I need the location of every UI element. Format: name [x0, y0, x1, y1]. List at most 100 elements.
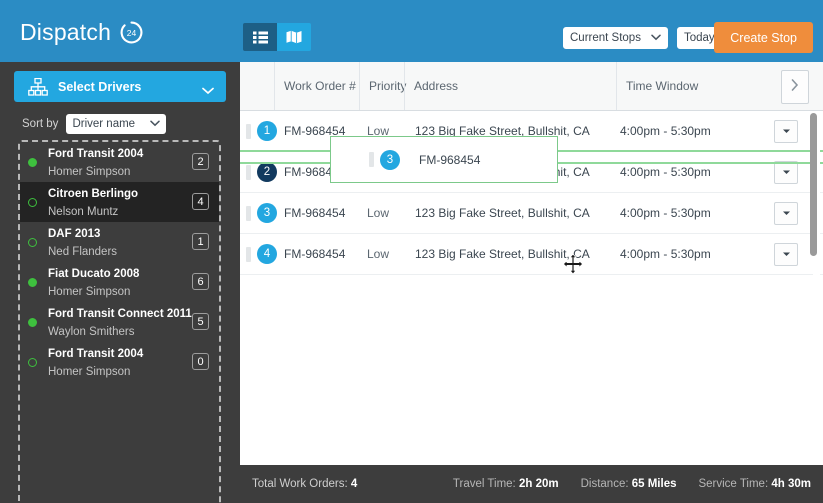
drag-handle-icon[interactable]	[246, 124, 251, 139]
stop-time-window: 4:00pm - 5:30pm	[620, 247, 711, 261]
stop-sequence-badge: 4	[257, 244, 277, 264]
app-logo: Dispatch 24	[20, 19, 144, 46]
sort-controls: Sort by Driver name	[22, 114, 167, 134]
expand-panel-button[interactable]	[781, 70, 809, 104]
driver-stop-count: 6	[192, 273, 209, 290]
driver-vehicle-label: Ford Transit Connect 2011	[48, 307, 192, 320]
travel-time-value: 2h 20m	[518, 478, 559, 490]
create-stop-button[interactable]: Create Stop	[714, 22, 813, 53]
top-header-bar: Dispatch 24 Current Stops Today Create S…	[0, 0, 823, 62]
driver-vehicle-label: Ford Transit 2004	[48, 347, 144, 360]
caret-down-icon	[782, 211, 790, 215]
org-chart-icon	[28, 77, 48, 96]
driver-list-item[interactable]: Fiat Ducato 2008 Homer Simpson 6	[20, 262, 219, 302]
caret-down-icon	[782, 170, 790, 174]
date-filter-value: Today	[684, 32, 715, 44]
total-work-orders: Total Work Orders: 4	[252, 478, 357, 490]
driver-status-dot	[28, 317, 37, 327]
total-work-orders-value: 4	[350, 478, 358, 490]
driver-info: DAF 2013 Ned Flanders	[48, 224, 117, 261]
stop-priority: Low	[367, 206, 390, 220]
driver-status-dot	[28, 197, 37, 207]
stop-table-row[interactable]: 4 FM-968454 Low 123 Big Fake Street, Bullsh…	[240, 234, 823, 275]
driver-vehicle-label: Citroen Berlingo	[48, 187, 139, 200]
caret-down-icon	[782, 252, 790, 256]
dragged-stop-ghost[interactable]: 3 FM-968454	[330, 136, 558, 183]
drag-handle-icon[interactable]	[246, 247, 251, 262]
stop-priority: Low	[367, 247, 390, 261]
stop-time-window: 4:00pm - 5:30pm	[620, 165, 711, 179]
driver-list-item[interactable]: Ford Transit 2004 Homer Simpson 2	[20, 142, 219, 182]
dragged-stop-work-order: FM-968454	[419, 153, 481, 167]
driver-name-label: Ned Flanders	[48, 246, 118, 258]
driver-stop-count: 1	[192, 233, 209, 250]
stop-row-menu-button[interactable]	[774, 202, 798, 225]
driver-name-label: Homer Simpson	[48, 366, 131, 378]
stop-sequence-badge: 2	[257, 162, 277, 182]
driver-info: Citroen Berlingo Nelson Muntz	[48, 184, 138, 221]
distance-value: 65 Miles	[631, 478, 677, 490]
driver-vehicle-label: Fiat Ducato 2008	[48, 267, 140, 280]
stops-filter-value: Current Stops	[570, 32, 641, 44]
service-time-label: Service Time:	[698, 478, 769, 490]
select-drivers-label: Select Drivers	[58, 79, 142, 94]
twentyfour-circle-icon: 24	[119, 20, 144, 45]
column-header-priority: Priority	[359, 62, 406, 110]
main-toolbar: Current Stops Today Create Stop	[240, 0, 823, 62]
stop-row-menu-button[interactable]	[774, 120, 798, 143]
stops-filter-select[interactable]: Current Stops	[563, 27, 668, 49]
stop-time-window: 4:00pm - 5:30pm	[620, 206, 711, 220]
drag-handle-icon	[369, 152, 374, 167]
distance-label: Distance:	[580, 478, 629, 490]
summary-footer: Total Work Orders: 4 Travel Time: 2h 20m…	[240, 465, 823, 503]
chevron-down-icon	[202, 82, 214, 100]
move-cursor-icon	[562, 253, 584, 275]
stop-sequence-badge: 1	[257, 121, 277, 141]
driver-stop-count: 0	[192, 353, 209, 370]
driver-name-label: Waylon Smithers	[48, 326, 135, 338]
map-view-button[interactable]	[277, 23, 311, 51]
sort-by-select[interactable]: Driver name	[66, 114, 167, 134]
drag-handle-icon[interactable]	[246, 206, 251, 221]
svg-text:24: 24	[127, 28, 137, 38]
chevron-right-icon	[791, 78, 799, 96]
distance-stat: Distance: 65 Miles	[581, 478, 677, 490]
sort-by-value: Driver name	[72, 118, 136, 130]
sort-by-label: Sort by	[22, 118, 59, 130]
stops-scrollbar-thumb[interactable]	[810, 113, 817, 256]
select-drivers-button[interactable]: Select Drivers	[14, 71, 226, 102]
driver-list-item[interactable]: Citroen Berlingo Nelson Muntz 4	[20, 182, 219, 222]
driver-list-item[interactable]: DAF 2013 Ned Flanders 1	[20, 222, 219, 262]
stop-work-order: FM-968454	[284, 247, 346, 261]
driver-status-dot	[28, 237, 37, 247]
stop-row-menu-button[interactable]	[774, 161, 798, 184]
driver-name-label: Homer Simpson	[48, 166, 131, 178]
travel-time-label: Travel Time:	[452, 478, 516, 490]
total-work-orders-label: Total Work Orders:	[252, 478, 348, 490]
stops-table-body: 1 FM-968454 Low 123 Big Fake Street, Bullsh…	[240, 111, 823, 464]
driver-status-dot	[28, 157, 37, 167]
list-icon	[252, 31, 268, 43]
column-header-address: Address	[404, 62, 616, 110]
stop-address: 123 Big Fake Street, Bullshit, CA	[415, 206, 590, 220]
driver-status-dot	[28, 277, 37, 287]
drag-handle-icon[interactable]	[246, 165, 251, 180]
driver-list-item[interactable]: Ford Transit 2004 Homer Simpson 0	[20, 342, 219, 382]
column-header-time-window: Time Window	[616, 62, 782, 110]
chevron-down-icon	[651, 32, 661, 44]
driver-stop-count: 4	[192, 193, 209, 210]
table-header: Work Order # Priority Address Time Windo…	[240, 62, 823, 111]
driver-name-label: Nelson Muntz	[48, 206, 119, 218]
stop-table-row[interactable]: 3 FM-968454 Low 123 Big Fake Street, Bullsh…	[240, 193, 823, 234]
stop-row-menu-button[interactable]	[774, 243, 798, 266]
dragged-stop-number: 3	[380, 150, 400, 170]
driver-stop-count: 2	[192, 153, 209, 170]
list-view-button[interactable]	[243, 23, 277, 51]
app-title: Dispatch	[20, 19, 112, 45]
stops-scrollbar-track[interactable]	[810, 111, 820, 464]
driver-vehicle-label: Ford Transit 2004	[48, 147, 144, 160]
driver-list-item[interactable]: Ford Transit Connect 2011 Waylon Smithers…	[20, 302, 219, 342]
drivers-sidebar: Select Drivers Sort by Driver name Ford …	[0, 62, 240, 503]
service-time-value: 4h 30m	[771, 478, 811, 490]
travel-time-stat: Travel Time: 2h 20m	[453, 478, 559, 490]
